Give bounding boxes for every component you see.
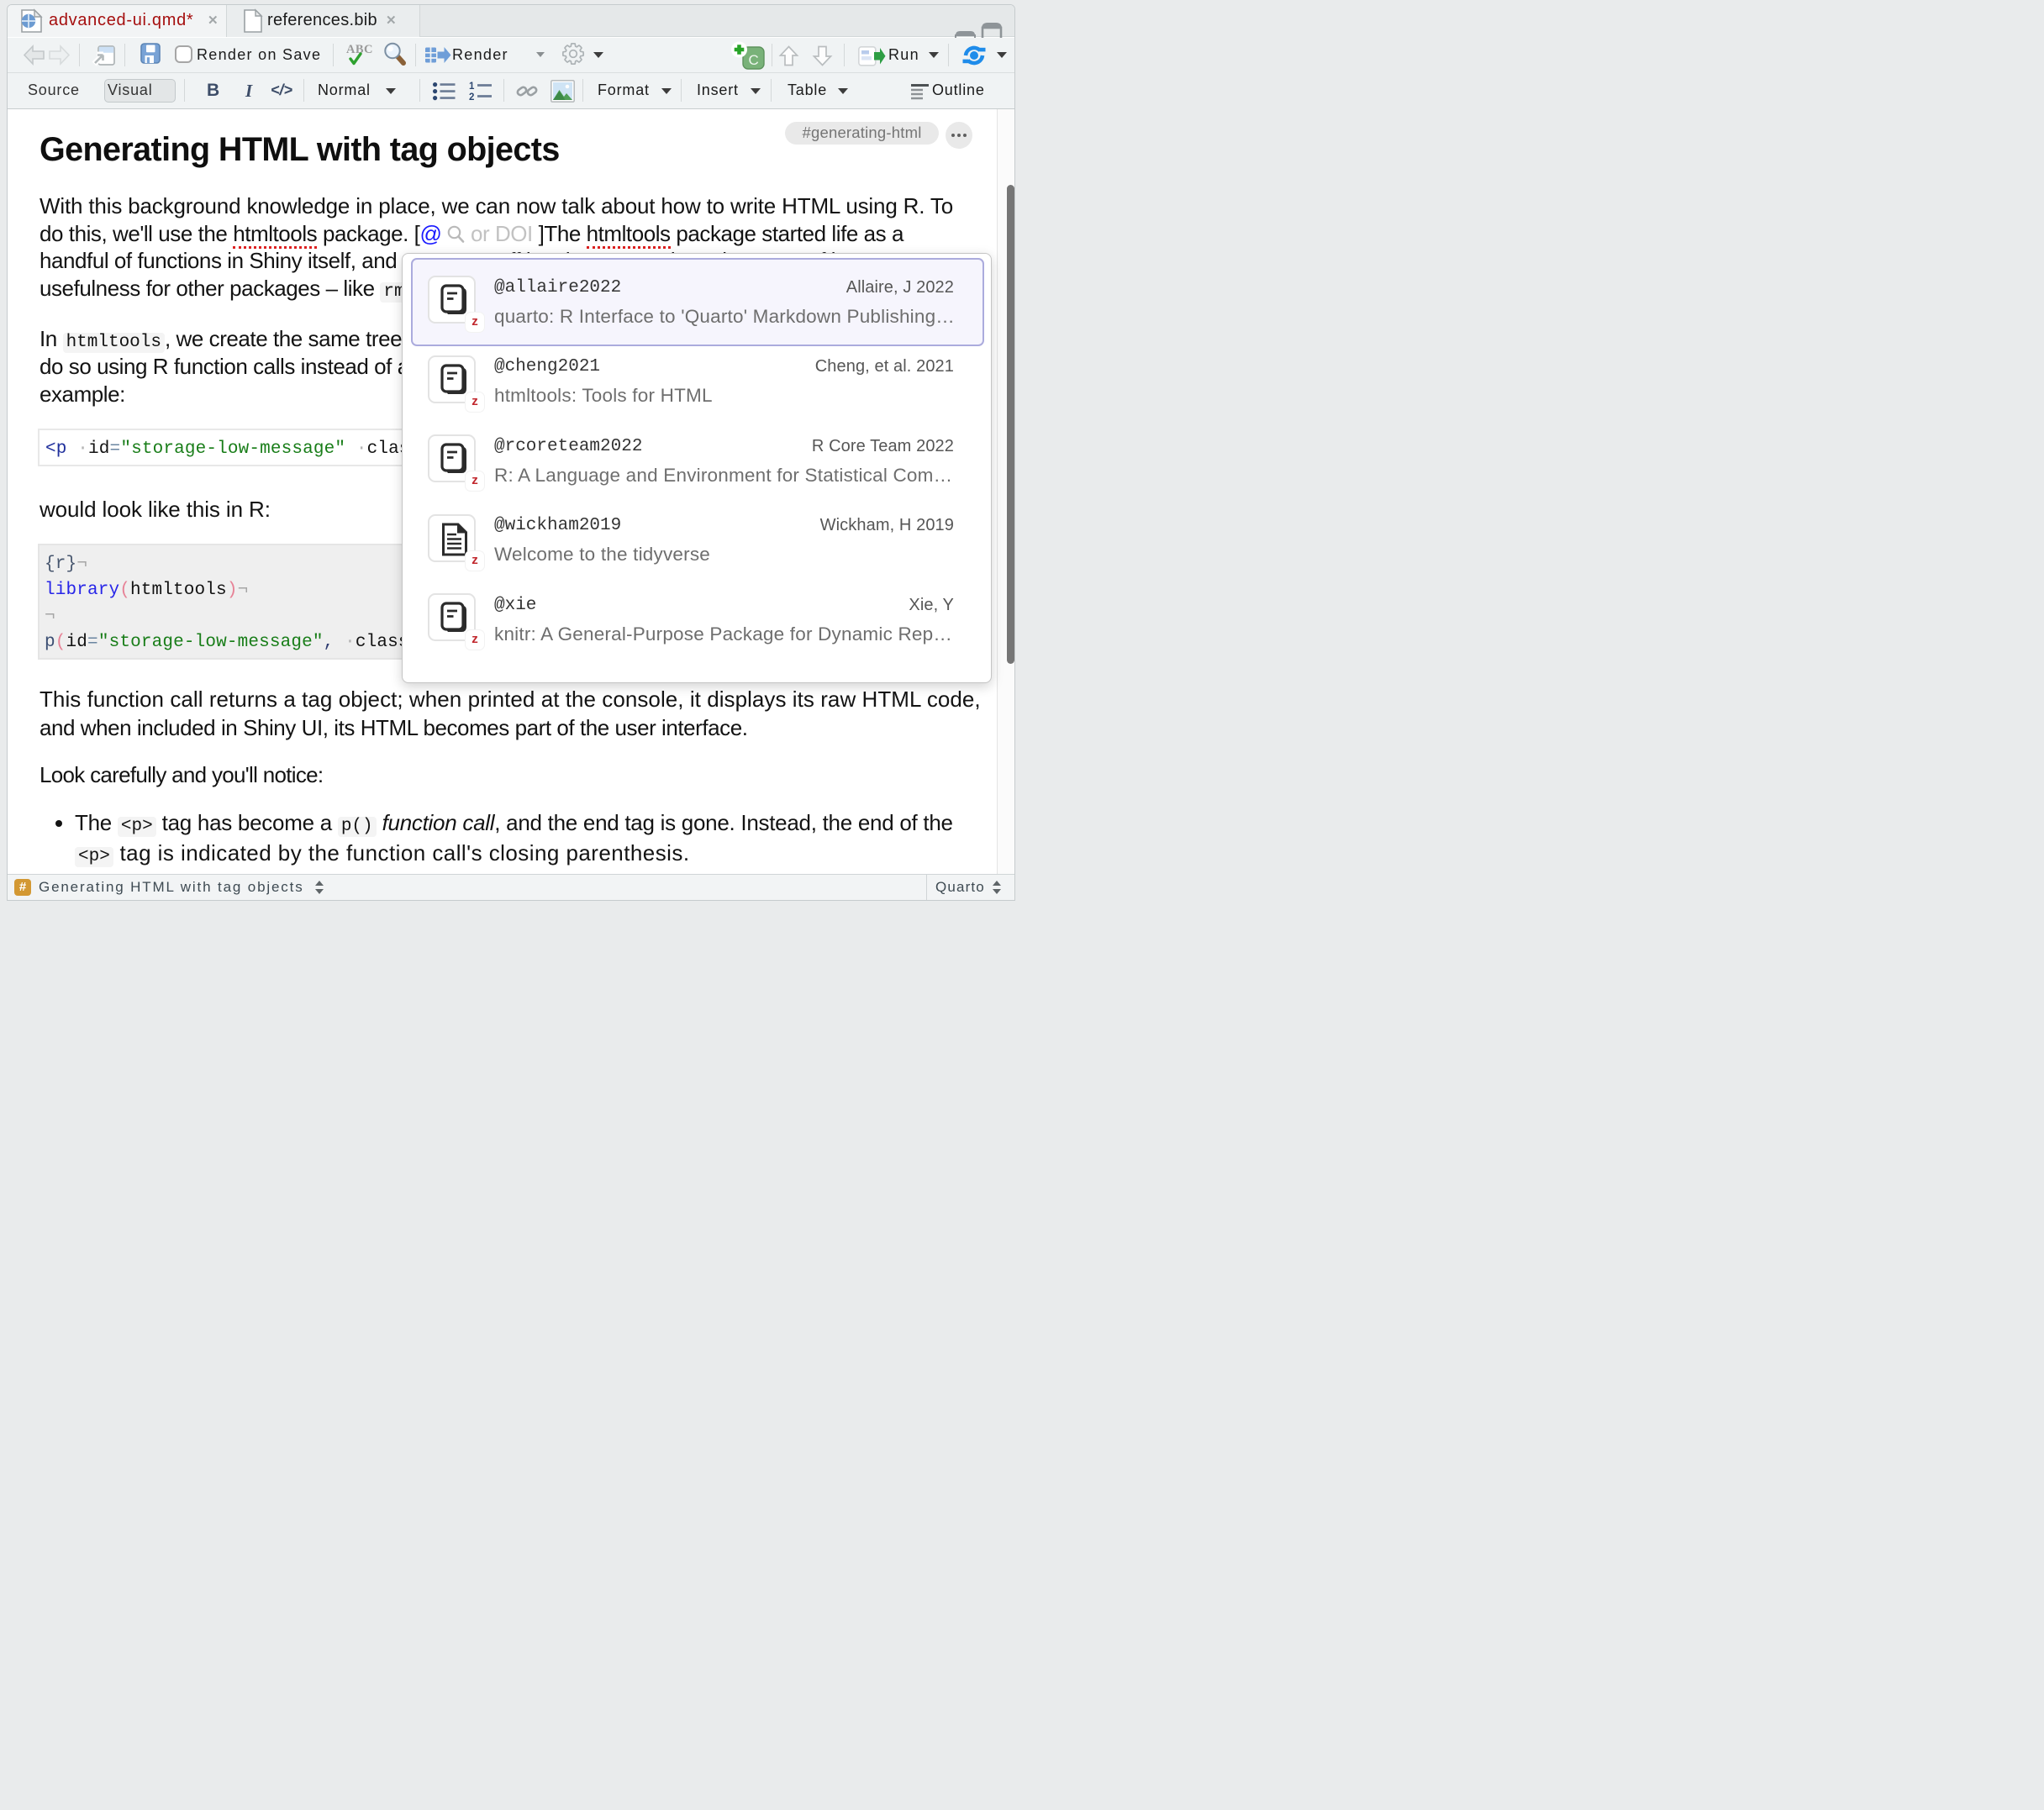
svg-text:C: C (749, 52, 759, 68)
svg-text:1: 1 (469, 82, 475, 92)
svg-text:2: 2 (469, 92, 474, 103)
